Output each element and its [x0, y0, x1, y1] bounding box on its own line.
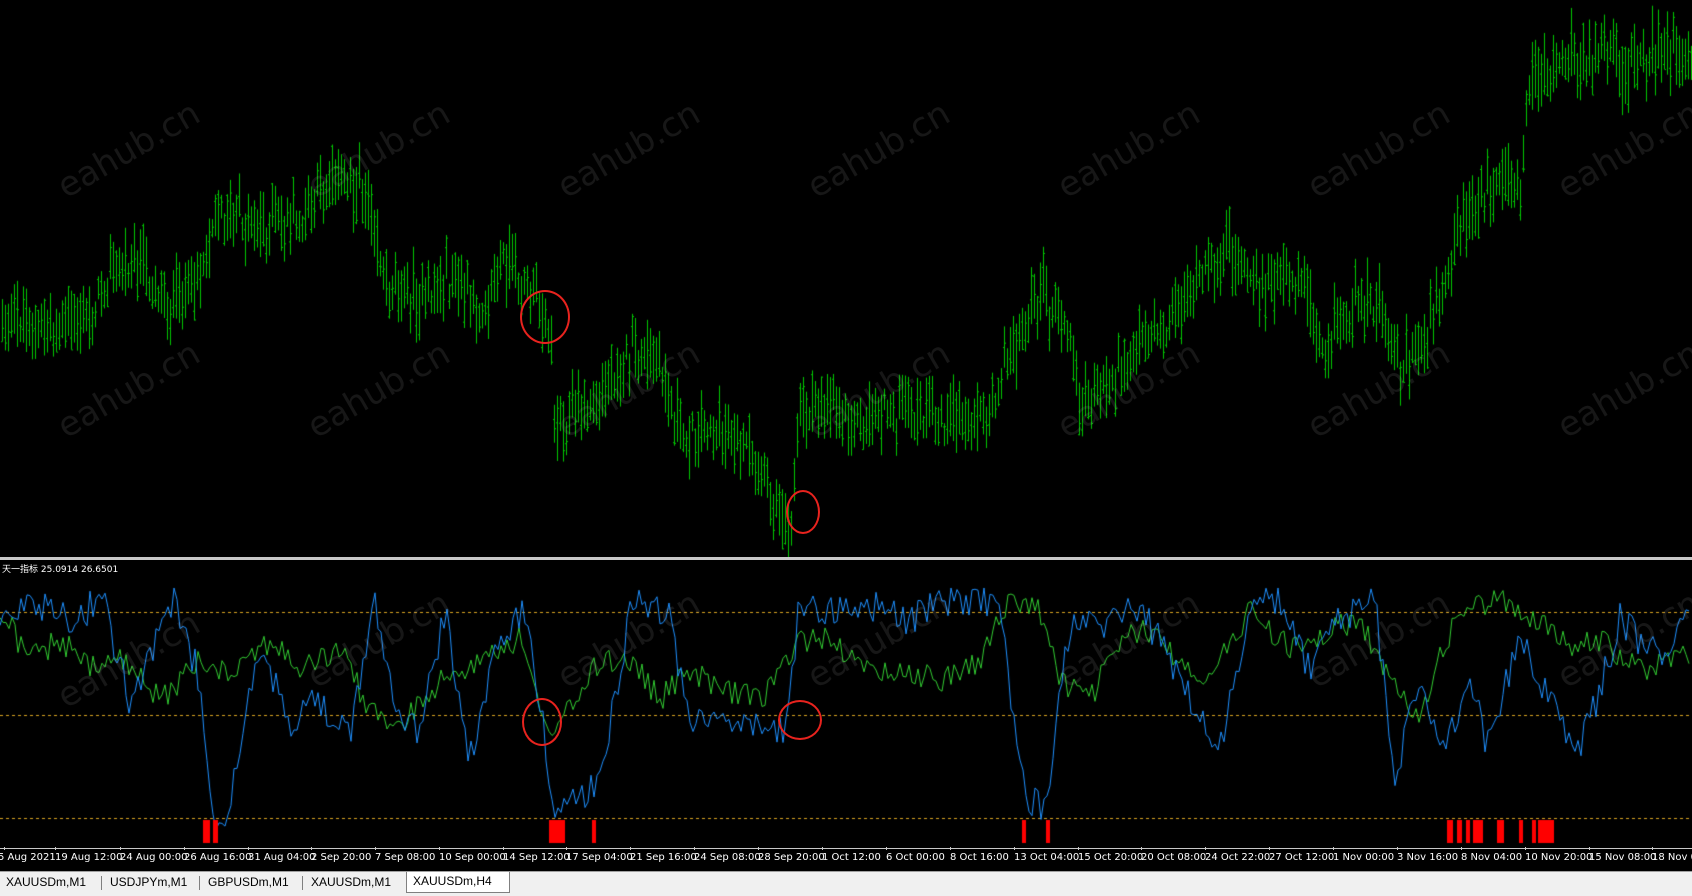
time-tick-mark [1205, 847, 1206, 850]
time-tick-mark [1333, 847, 1334, 850]
time-tick-mark [694, 847, 695, 850]
time-tick-label: 14 Sep 12:00 [503, 852, 570, 863]
time-tick-mark [311, 847, 312, 850]
time-tick-label: 24 Aug 00:00 [120, 852, 188, 863]
indicator-label: 天一指标 25.0914 26.6501 [2, 562, 118, 575]
time-tick-mark [822, 847, 823, 850]
time-tick-label: 15 Oct 20:00 [1078, 852, 1144, 863]
time-tick-label: 5 Aug 2021 [0, 852, 56, 863]
time-tick-label: 24 Sep 08:00 [694, 852, 761, 863]
time-tick-mark [439, 847, 440, 850]
time-tick-mark [120, 847, 121, 850]
time-tick-label: 6 Oct 00:00 [886, 852, 945, 863]
time-tick-mark [375, 847, 376, 850]
time-tick-label: 19 Aug 12:00 [55, 852, 123, 863]
time-tick-mark [1269, 847, 1270, 850]
time-tick-mark [1014, 847, 1015, 850]
chart-tab[interactable]: XAUUSDm,M1 [305, 873, 400, 892]
price-chart[interactable] [0, 0, 1692, 557]
time-tick-mark [4, 847, 5, 850]
time-tick-label: 18 Nov 0 [1652, 852, 1692, 863]
chart-tab[interactable]: XAUUSDm,H4 [406, 872, 510, 893]
chart-tab[interactable]: USDJPYm,M1 [104, 873, 196, 892]
time-tick-mark [248, 847, 249, 850]
tab-separator [199, 876, 200, 890]
time-tick-label: 26 Aug 16:00 [184, 852, 252, 863]
time-tick-label: 24 Oct 22:00 [1205, 852, 1271, 863]
time-tick-label: 10 Sep 00:00 [439, 852, 506, 863]
time-tick-mark [184, 847, 185, 850]
time-tick-label: 3 Nov 16:00 [1397, 852, 1459, 863]
indicator-subwindow[interactable] [0, 560, 1692, 848]
time-tick-mark [503, 847, 504, 850]
time-tick-label: 27 Oct 12:00 [1269, 852, 1335, 863]
time-tick-label: 31 Aug 04:00 [248, 852, 316, 863]
time-tick-mark [1461, 847, 1462, 850]
time-tick-label: 8 Oct 16:00 [950, 852, 1009, 863]
time-tick-mark [1141, 847, 1142, 850]
indicator-value-2: 26.6501 [80, 565, 119, 575]
indicator-name: 天一指标 [2, 565, 39, 575]
chart-tab[interactable]: XAUUSDm,M1 [0, 873, 98, 892]
time-tick-mark [1589, 847, 1590, 850]
time-tick-label: 21 Sep 16:00 [630, 852, 697, 863]
tab-separator [101, 876, 102, 890]
time-tick-label: 28 Sep 20:00 [758, 852, 825, 863]
tab-separator [302, 876, 303, 890]
time-tick-label: 7 Sep 08:00 [375, 852, 436, 863]
chart-tab[interactable]: GBPUSDm,M1 [202, 873, 299, 892]
time-tick-label: 17 Sep 04:00 [566, 852, 633, 863]
time-tick-mark [566, 847, 567, 850]
time-tick-label: 15 Nov 08:00 [1589, 852, 1657, 863]
time-tick-label: 1 Oct 12:00 [822, 852, 881, 863]
time-tick-mark [1525, 847, 1526, 850]
time-tick-label: 8 Nov 04:00 [1461, 852, 1523, 863]
time-tick-label: 20 Oct 08:00 [1141, 852, 1207, 863]
chart-tab-bar: XAUUSDm,M1 USDJPYm,M1 GBPUSDm,M1 XAUUSDm,M1… [0, 871, 1692, 896]
time-tick-mark [55, 847, 56, 850]
time-tick-mark [886, 847, 887, 850]
time-tick-label: 10 Nov 20:00 [1525, 852, 1593, 863]
time-axis: 5 Aug 2021 19 Aug 12:00 24 Aug 00:00 26 Aug… [0, 847, 1692, 872]
time-tick-label: 13 Oct 04:00 [1014, 852, 1080, 863]
time-tick-label: 1 Nov 00:00 [1333, 852, 1395, 863]
time-tick-label: 2 Sep 20:00 [311, 852, 372, 863]
time-tick-mark [1078, 847, 1079, 850]
time-tick-mark [1652, 847, 1653, 850]
time-tick-mark [630, 847, 631, 850]
indicator-value-1: 25.0914 [40, 565, 79, 575]
time-tick-mark [758, 847, 759, 850]
time-tick-mark [1397, 847, 1398, 850]
time-tick-mark [950, 847, 951, 850]
